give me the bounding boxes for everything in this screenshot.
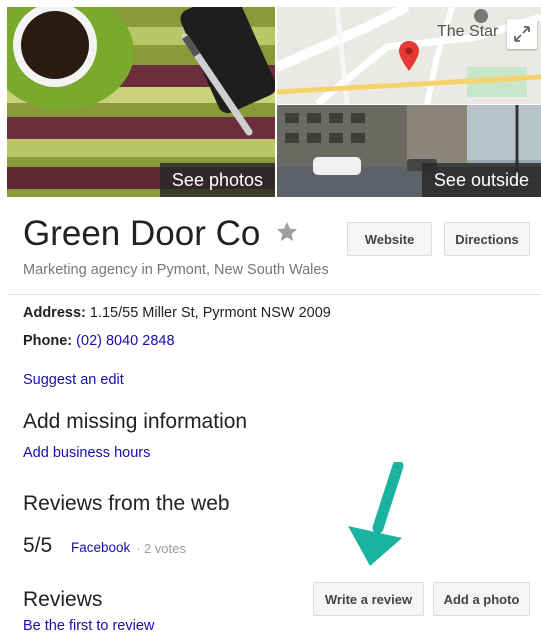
place-icon bbox=[474, 9, 488, 23]
review-votes: · 2 votes bbox=[136, 541, 186, 556]
save-star-icon[interactable] bbox=[275, 220, 299, 244]
photo-header: See photos The Star See outside bbox=[0, 0, 541, 200]
add-business-hours-link[interactable]: Add business hours bbox=[23, 445, 150, 461]
reviews-heading: Reviews bbox=[23, 588, 103, 611]
first-review-link[interactable]: Be the first to review bbox=[23, 618, 154, 634]
expand-icon bbox=[514, 26, 530, 42]
see-photos-label[interactable]: See photos bbox=[159, 163, 275, 197]
business-category: Marketing agency in Pymont, New South Wa… bbox=[23, 262, 329, 278]
directions-button[interactable]: Directions bbox=[444, 222, 530, 256]
missing-info-heading: Add missing information bbox=[23, 410, 248, 433]
web-reviews-heading: Reviews from the web bbox=[23, 492, 230, 515]
address-value: 1.15/55 Miller St, Pyrmont NSW 2009 bbox=[89, 305, 331, 321]
see-outside-label[interactable]: See outside bbox=[421, 163, 541, 197]
phone-link[interactable]: (02) 8040 2848 bbox=[76, 333, 174, 349]
phone-label: Phone: bbox=[23, 333, 73, 349]
street-view-thumbnail[interactable]: See outside bbox=[277, 105, 541, 197]
location-pin-icon bbox=[399, 41, 419, 71]
write-review-button[interactable]: Write a review bbox=[313, 582, 424, 616]
map-thumbnail[interactable]: The Star bbox=[277, 7, 541, 104]
suggest-edit-link[interactable]: Suggest an edit bbox=[23, 372, 124, 388]
review-score: 5/5 bbox=[23, 534, 53, 557]
expand-map-button[interactable] bbox=[507, 19, 537, 49]
main-photo[interactable]: See photos bbox=[7, 7, 275, 197]
annotation-arrow-icon bbox=[348, 462, 404, 566]
map-place-label: The Star bbox=[437, 23, 499, 40]
address-row: Address: 1.15/55 Miller St, Pyrmont NSW … bbox=[23, 305, 331, 321]
business-name: Green Door Co bbox=[23, 214, 261, 253]
address-label: Address: bbox=[23, 305, 86, 321]
phone-row: Phone: (02) 8040 2848 bbox=[23, 333, 175, 349]
add-photo-button[interactable]: Add a photo bbox=[433, 582, 530, 616]
review-source-link[interactable]: Facebook bbox=[71, 540, 130, 555]
divider bbox=[7, 294, 541, 295]
website-button[interactable]: Website bbox=[347, 222, 432, 256]
